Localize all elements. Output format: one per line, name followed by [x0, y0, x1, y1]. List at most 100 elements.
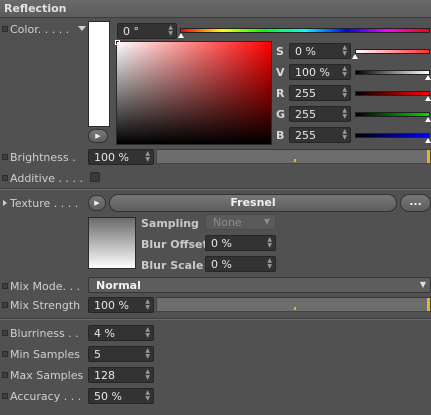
color-swatch[interactable] — [88, 21, 110, 127]
min-samples-value: 5 — [94, 348, 101, 361]
channel-b-marker[interactable] — [425, 138, 431, 143]
mix-mode-keyframe-dot[interactable] — [2, 283, 8, 289]
accuracy-label: Accuracy . . . — [10, 390, 82, 403]
channel-s-label: S — [276, 45, 284, 58]
mix-mode-chevron-down-icon: ▼ — [419, 280, 426, 289]
mix-strength-slider[interactable] — [156, 297, 431, 312]
channel-v-spinner-icon[interactable]: ▲ ▼ — [342, 66, 347, 78]
mix-strength-keyframe-dot[interactable] — [2, 302, 8, 308]
channel-r-spinner-icon[interactable]: ▲ ▼ — [342, 87, 347, 99]
additive-checkbox[interactable] — [90, 172, 100, 182]
channel-b-bar[interactable] — [355, 133, 430, 138]
blur-offset-field[interactable]: 0 % ▲ ▼ — [205, 235, 276, 251]
color-label: Color. . . . . — [10, 23, 70, 36]
texture-label: Texture . . . . — [10, 197, 79, 210]
channel-b-label: B — [276, 129, 285, 142]
mix-strength-slider-end — [427, 298, 430, 311]
channel-v-field[interactable]: 100 % ▲ ▼ — [289, 64, 351, 80]
channel-s-marker[interactable] — [352, 54, 358, 59]
mix-strength-field[interactable]: 100 % ▲ ▼ — [88, 297, 154, 313]
channel-g-label: G — [276, 108, 286, 121]
texture-shader-button[interactable]: Fresnel — [109, 194, 397, 212]
texture-more-button[interactable]: ... — [400, 194, 431, 212]
accuracy-keyframe-dot[interactable] — [2, 393, 8, 399]
channel-g-marker[interactable] — [425, 117, 431, 122]
color-keyframe-dot[interactable] — [2, 26, 8, 32]
blur-offset-spinner-icon[interactable]: ▲ ▼ — [267, 237, 272, 249]
mix-mode-dropdown[interactable]: Normal ▼ — [88, 277, 431, 293]
channel-s-field[interactable]: 0 % ▲ ▼ — [289, 43, 351, 59]
channel-s-spinner-icon[interactable]: ▲ ▼ — [342, 45, 347, 57]
channel-v-bar[interactable] — [355, 70, 430, 75]
sampling-value: None — [213, 216, 242, 229]
channel-v-value: 100 % — [295, 66, 330, 79]
channel-r-field[interactable]: 255 ▲ ▼ — [289, 85, 351, 101]
max-samples-label: Max Samples — [10, 369, 84, 382]
channel-b-field[interactable]: 255 ▲ ▼ — [289, 127, 351, 143]
channel-r-label: R — [276, 87, 285, 100]
additive-label: Additive . . . . — [10, 172, 83, 185]
hue-spinner-icon[interactable]: ▲ ▼ — [168, 25, 173, 37]
mix-mode-value: Normal — [96, 279, 141, 292]
divider-highlight — [0, 189, 431, 190]
channel-g-value: 255 — [295, 108, 316, 121]
brightness-keyframe-dot[interactable] — [2, 154, 8, 160]
texture-preview[interactable] — [88, 217, 136, 269]
min-samples-field[interactable]: 5 ▲ ▼ — [88, 346, 154, 362]
channel-v-marker[interactable] — [425, 75, 431, 80]
channel-r-bar[interactable] — [355, 91, 430, 96]
max-samples-value: 128 — [94, 369, 115, 382]
mix-strength-value: 100 % — [94, 299, 129, 312]
color-mode-dropdown-icon[interactable] — [78, 26, 86, 31]
brightness-slider[interactable] — [156, 149, 431, 164]
texture-arrow-button[interactable]: ▶ — [88, 195, 106, 211]
color-picker-arrow-button[interactable]: ▶ — [88, 129, 108, 143]
accuracy-field[interactable]: 50 % ▲ ▼ — [88, 388, 154, 404]
blur-scale-label: Blur Scale — [141, 259, 204, 272]
texture-expand-icon[interactable] — [3, 200, 7, 206]
accuracy-spinner-icon[interactable]: ▲ ▼ — [145, 390, 150, 402]
blurriness-keyframe-dot[interactable] — [2, 330, 8, 336]
max-samples-spinner-icon[interactable]: ▲ ▼ — [145, 369, 150, 381]
blur-offset-label: Blur Offset — [141, 238, 208, 251]
blurriness-field[interactable]: 4 % ▲ ▼ — [88, 325, 154, 341]
blur-scale-field[interactable]: 0 % ▲ ▼ — [205, 256, 276, 272]
channel-g-field[interactable]: 255 ▲ ▼ — [289, 106, 351, 122]
brightness-field[interactable]: 100 % ▲ ▼ — [88, 149, 154, 165]
blur-scale-spinner-icon[interactable]: ▲ ▼ — [267, 258, 272, 270]
sampling-chevron-down-icon: ▼ — [263, 217, 270, 226]
brightness-spinner-icon[interactable]: ▲ ▼ — [145, 151, 150, 163]
saturation-value-picker[interactable] — [115, 40, 272, 145]
sampling-dropdown[interactable]: None ▼ — [205, 214, 276, 230]
min-samples-spinner-icon[interactable]: ▲ ▼ — [145, 348, 150, 360]
additive-keyframe-dot[interactable] — [2, 175, 8, 181]
channel-b-spinner-icon[interactable]: ▲ ▼ — [342, 129, 347, 141]
hue-bar[interactable] — [180, 28, 430, 33]
channel-r-value: 255 — [295, 87, 316, 100]
mix-strength-spinner-icon[interactable]: ▲ ▼ — [145, 299, 150, 311]
channel-g-spinner-icon[interactable]: ▲ ▼ — [342, 108, 347, 120]
sampling-label: Sampling — [141, 217, 199, 230]
mix-strength-slider-tick — [294, 307, 296, 310]
min-samples-label: Min Samples — [10, 348, 80, 361]
hue-marker[interactable] — [178, 33, 184, 38]
brightness-value: 100 % — [94, 151, 129, 164]
channel-b-value: 255 — [295, 129, 316, 142]
blur-scale-value: 0 % — [211, 258, 232, 271]
blur-offset-value: 0 % — [211, 237, 232, 250]
brightness-label: Brightness . — [10, 151, 76, 164]
channel-g-bar[interactable] — [355, 112, 430, 117]
channel-v-label: V — [276, 66, 285, 79]
picker-cursor[interactable] — [115, 40, 120, 45]
max-samples-keyframe-dot[interactable] — [2, 372, 8, 378]
blurriness-spinner-icon[interactable]: ▲ ▼ — [145, 327, 150, 339]
channel-s-bar[interactable] — [355, 49, 430, 54]
channel-r-marker[interactable] — [425, 96, 431, 101]
max-samples-field[interactable]: 128 ▲ ▼ — [88, 367, 154, 383]
hue-field[interactable]: 0 ° ▲ ▼ — [117, 23, 177, 39]
brightness-slider-tick — [294, 159, 296, 162]
section-title: Reflection — [4, 2, 67, 15]
mix-mode-label: Mix Mode. . . — [10, 280, 81, 293]
min-samples-keyframe-dot[interactable] — [2, 351, 8, 357]
mix-strength-label: Mix Strength — [10, 299, 81, 312]
